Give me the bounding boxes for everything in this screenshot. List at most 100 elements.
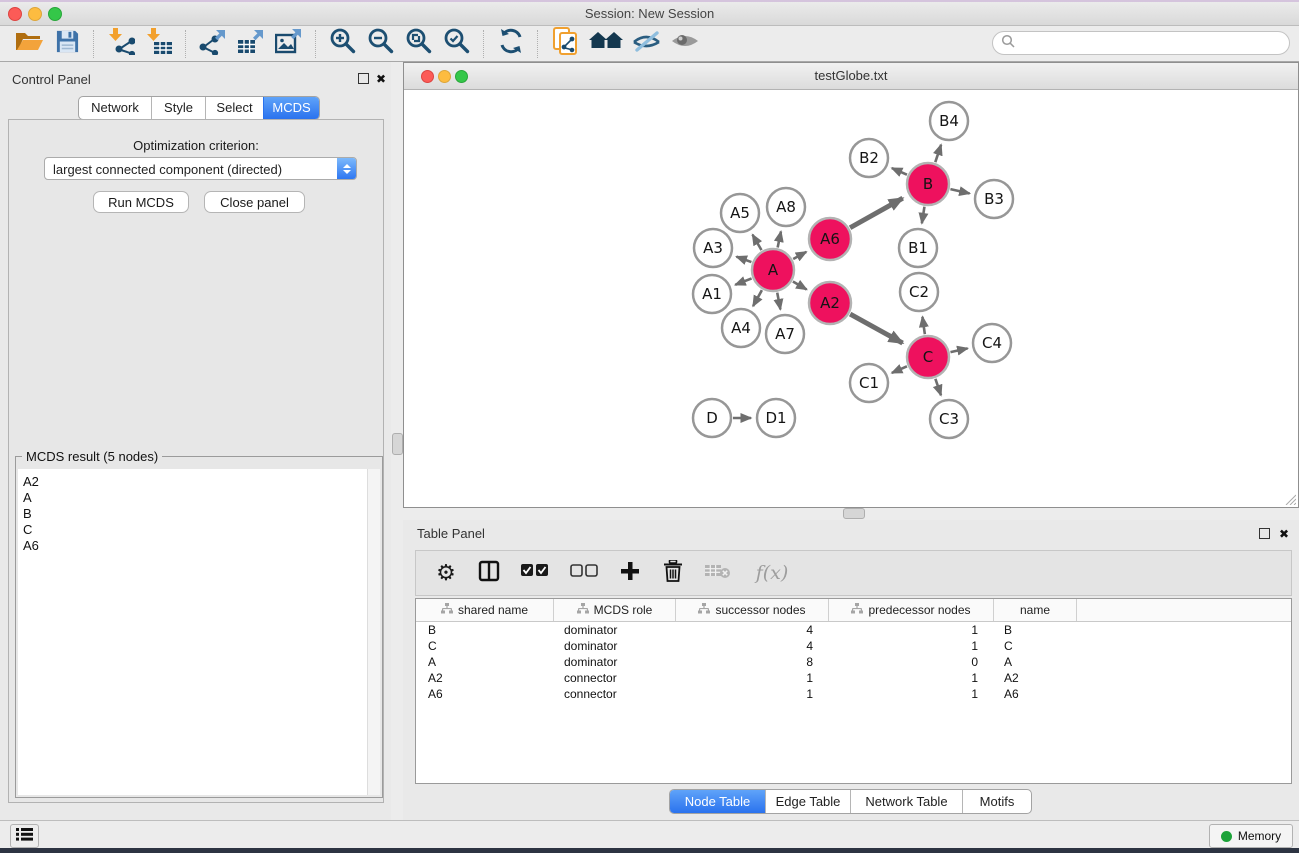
- memory-button[interactable]: Memory: [1209, 824, 1293, 848]
- delete-table-button[interactable]: [703, 560, 733, 586]
- graph-edge[interactable]: [892, 168, 907, 175]
- select-all-button[interactable]: [519, 560, 551, 586]
- deselect-all-button[interactable]: [568, 560, 600, 586]
- task-list-icon: [16, 827, 33, 846]
- network-canvas[interactable]: B4B2BB3A5A8A6A3B1AA1C2A2A4A7C4CC1C3DD1: [404, 89, 1298, 506]
- export-network-button[interactable]: [194, 28, 232, 60]
- tab-network-table[interactable]: Network Table: [850, 790, 962, 813]
- export-table-button[interactable]: [232, 28, 270, 60]
- homes-icon: [588, 29, 624, 58]
- task-history-button[interactable]: [10, 824, 39, 848]
- network-view-title: testGlobe.txt: [404, 63, 1298, 89]
- list-item[interactable]: C: [18, 522, 380, 538]
- close-table-panel-icon[interactable]: ✖: [1279, 528, 1289, 540]
- refresh-icon: [497, 27, 525, 60]
- open-session-button[interactable]: [10, 28, 48, 60]
- graph-edge[interactable]: [793, 282, 807, 290]
- export-table-icon: [237, 27, 265, 60]
- graph-node-label: A5: [730, 204, 750, 222]
- duplicate-network-button[interactable]: [546, 28, 584, 60]
- graph-edge[interactable]: [753, 235, 762, 250]
- table-row[interactable]: A6connector11A6: [416, 686, 1291, 702]
- show-all-networks-button[interactable]: [584, 28, 628, 60]
- graph-edge[interactable]: [777, 293, 780, 310]
- graph-edge[interactable]: [736, 257, 751, 262]
- column-header-shared-name[interactable]: shared name: [416, 599, 554, 621]
- vertical-divider-grip[interactable]: [392, 433, 403, 455]
- optimization-criterion-dropdown[interactable]: largest connected component (directed): [44, 157, 357, 180]
- graph-edge[interactable]: [892, 366, 907, 373]
- graph-edge[interactable]: [922, 207, 925, 224]
- close-view-button[interactable]: [421, 70, 434, 83]
- zoom-fit-button[interactable]: [400, 28, 438, 60]
- table-row[interactable]: A2connector11A2: [416, 670, 1291, 686]
- tab-motifs[interactable]: Motifs: [962, 790, 1031, 813]
- minimize-window-button[interactable]: [28, 7, 42, 21]
- zoom-selected-button[interactable]: [438, 28, 476, 60]
- tab-node-table[interactable]: Node Table: [670, 790, 765, 813]
- float-table-panel-icon[interactable]: [1259, 528, 1270, 539]
- table-settings-button[interactable]: ⚙: [433, 560, 459, 586]
- graph-edge[interactable]: [935, 379, 941, 396]
- scrollbar-track[interactable]: [367, 469, 380, 795]
- delete-column-button[interactable]: [660, 560, 686, 586]
- graph-node-label: A8: [776, 198, 796, 216]
- close-window-button[interactable]: [8, 7, 22, 21]
- run-mcds-button[interactable]: Run MCDS: [93, 191, 189, 213]
- close-panel-icon[interactable]: ✖: [376, 73, 386, 85]
- search-input[interactable]: [1020, 35, 1274, 51]
- table-row[interactable]: Adominator80A: [416, 654, 1291, 670]
- graph-edge[interactable]: [793, 252, 806, 259]
- graph-edge[interactable]: [850, 314, 902, 343]
- maximize-view-button[interactable]: [455, 70, 468, 83]
- mcds-result-list[interactable]: A2 A B C A6: [18, 469, 380, 795]
- export-image-button[interactable]: [270, 28, 308, 60]
- search-field[interactable]: [992, 31, 1290, 55]
- graph-edge[interactable]: [922, 317, 924, 334]
- refresh-layout-button[interactable]: [492, 28, 530, 60]
- list-item[interactable]: A2: [18, 474, 380, 490]
- graph-edge[interactable]: [850, 198, 903, 228]
- tab-select[interactable]: Select: [205, 97, 263, 119]
- column-layout-button[interactable]: [476, 560, 502, 586]
- tab-network[interactable]: Network: [79, 97, 151, 119]
- graph-edge[interactable]: [778, 231, 781, 247]
- column-header-successor-nodes[interactable]: successor nodes: [676, 599, 829, 621]
- tab-mcds[interactable]: MCDS: [263, 97, 319, 119]
- column-header-predecessor-nodes[interactable]: predecessor nodes: [829, 599, 994, 621]
- graph-edge[interactable]: [935, 145, 941, 162]
- import-table-button[interactable]: [140, 28, 178, 60]
- graph-node-label: C1: [859, 374, 879, 392]
- graph-edge[interactable]: [950, 348, 967, 352]
- table-row[interactable]: Bdominator41B: [416, 622, 1291, 638]
- graph-edge[interactable]: [735, 278, 751, 284]
- close-panel-button[interactable]: Close panel: [204, 191, 305, 213]
- table-row[interactable]: Cdominator41C: [416, 638, 1291, 654]
- column-header-name[interactable]: name: [994, 599, 1077, 621]
- list-item[interactable]: A6: [18, 538, 380, 554]
- graph-edge[interactable]: [950, 189, 969, 193]
- show-hidden-button[interactable]: [666, 28, 704, 60]
- float-panel-icon[interactable]: [358, 73, 369, 84]
- save-session-button[interactable]: [48, 28, 86, 60]
- zoom-out-button[interactable]: [362, 28, 400, 60]
- column-header-mcds-role[interactable]: MCDS role: [554, 599, 676, 621]
- add-column-button[interactable]: [617, 560, 643, 586]
- tab-style[interactable]: Style: [151, 97, 205, 119]
- zoom-in-button[interactable]: [324, 28, 362, 60]
- graph-edge[interactable]: [753, 290, 762, 306]
- hide-selected-button[interactable]: [628, 28, 666, 60]
- list-item[interactable]: A: [18, 490, 380, 506]
- zoom-window-button[interactable]: [48, 7, 62, 21]
- toolbar-separator: [537, 30, 539, 58]
- horizontal-divider-grip[interactable]: [843, 508, 865, 519]
- function-builder-button[interactable]: f(x): [750, 560, 794, 586]
- import-network-button[interactable]: [102, 28, 140, 60]
- graph-node-label: A: [768, 261, 779, 279]
- fx-icon: f(x): [756, 562, 789, 584]
- list-item[interactable]: B: [18, 506, 380, 522]
- graph-node-label: C: [923, 348, 933, 366]
- unchecked-boxes-icon: [570, 564, 598, 582]
- minimize-view-button[interactable]: [438, 70, 451, 83]
- tab-edge-table[interactable]: Edge Table: [765, 790, 850, 813]
